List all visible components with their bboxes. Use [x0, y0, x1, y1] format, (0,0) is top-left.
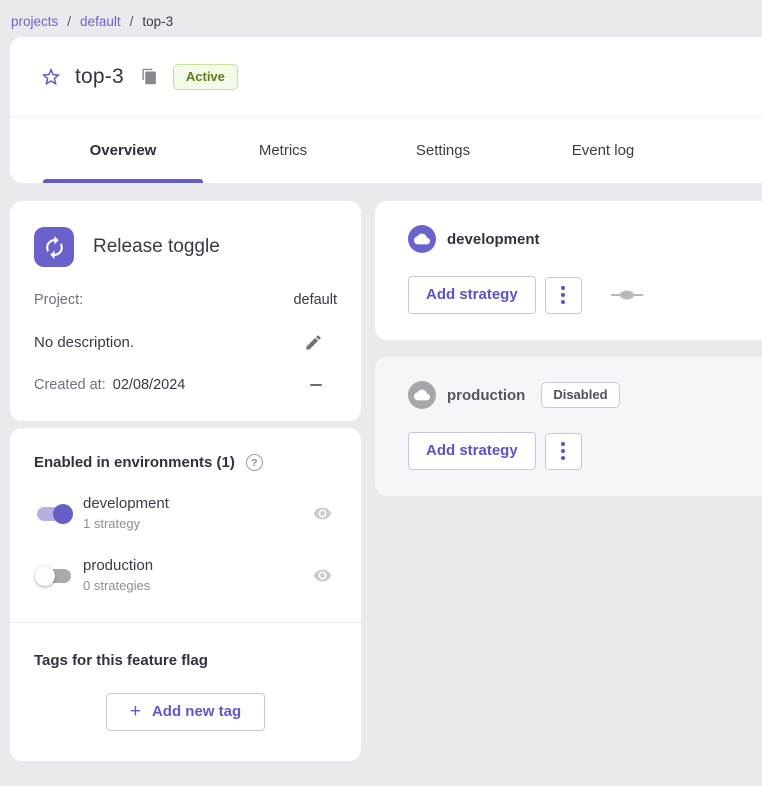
flag-details-card: Release toggle Project: default No descr…	[10, 201, 361, 421]
environment-card-actions: Add strategy	[408, 276, 762, 314]
tab-metrics[interactable]: Metrics	[203, 117, 363, 183]
created-row: Created at: 02/08/2024	[34, 377, 337, 393]
toggle-thumb	[35, 566, 55, 586]
environments-panel-card: Enabled in environments (1) development …	[10, 428, 361, 761]
help-icon[interactable]	[246, 454, 263, 471]
env-strategy-count: 0 strategies	[83, 576, 304, 595]
visibility-eye-icon[interactable]	[313, 566, 332, 585]
environment-card-name: development	[447, 231, 540, 248]
breadcrumb-link-projects[interactable]: projects	[11, 14, 58, 29]
environment-card-name: production	[447, 387, 525, 404]
env-texts: production 0 strategies	[83, 556, 304, 595]
env-texts: development 1 strategy	[83, 494, 304, 533]
env-row-production: production 0 strategies	[34, 556, 337, 595]
active-tab-indicator	[43, 179, 203, 183]
cloud-environment-icon	[408, 225, 436, 253]
created-label: Created at:	[34, 377, 106, 393]
development-environment-card: development Add strategy	[375, 201, 762, 340]
env-name: production	[83, 556, 304, 576]
env-row-development: development 1 strategy	[34, 494, 337, 533]
copy-name-icon[interactable]	[141, 68, 158, 85]
project-row: Project: default	[34, 292, 337, 308]
left-column: Release toggle Project: default No descr…	[10, 201, 361, 761]
section-divider	[10, 622, 361, 623]
created-value: 02/08/2024	[113, 377, 186, 393]
release-toggle-icon	[34, 227, 74, 267]
tags-panel-title: Tags for this feature flag	[34, 652, 337, 669]
feature-header-card: top-3 Active Overview Metrics Settings E…	[10, 37, 762, 183]
page-title: top-3	[75, 65, 124, 89]
tab-event-log[interactable]: Event log	[523, 117, 683, 183]
visibility-eye-icon[interactable]	[313, 504, 332, 523]
disabled-badge: Disabled	[541, 382, 619, 408]
tab-label: Settings	[416, 142, 470, 159]
strategy-connector-icon	[611, 289, 643, 301]
flag-type-row: Release toggle	[34, 227, 337, 267]
cloud-environment-icon	[408, 381, 436, 409]
tab-bar: Overview Metrics Settings Event log	[10, 117, 762, 183]
add-strategy-button[interactable]: Add strategy	[408, 432, 536, 470]
toggle-thumb	[53, 504, 73, 524]
status-badge: Active	[173, 64, 238, 90]
tab-settings[interactable]: Settings	[363, 117, 523, 183]
breadcrumb: projects / default / top-3	[0, 0, 762, 37]
production-toggle[interactable]	[34, 564, 74, 588]
description-row: No description.	[34, 333, 337, 352]
more-actions-kebab-button[interactable]	[545, 433, 582, 470]
more-actions-kebab-button[interactable]	[545, 277, 582, 314]
main-content: Release toggle Project: default No descr…	[10, 201, 762, 761]
plus-icon: +	[130, 704, 141, 719]
breadcrumb-current: top-3	[142, 14, 173, 29]
production-environment-card: production Disabled Add strategy	[375, 357, 762, 496]
add-strategy-button[interactable]: Add strategy	[408, 276, 536, 314]
breadcrumb-link-default[interactable]: default	[80, 14, 121, 29]
environments-panel-title-row: Enabled in environments (1)	[34, 454, 337, 471]
favorite-star-icon[interactable]	[40, 66, 62, 88]
development-toggle[interactable]	[34, 502, 74, 526]
right-column: development Add strategy production Disa…	[375, 201, 762, 496]
breadcrumb-separator: /	[130, 14, 134, 29]
tab-label: Overview	[90, 142, 157, 159]
breadcrumb-separator: /	[67, 14, 71, 29]
add-new-tag-button[interactable]: + Add new tag	[106, 693, 265, 731]
env-name: development	[83, 494, 304, 514]
tab-label: Event log	[572, 142, 635, 159]
flag-type-name: Release toggle	[93, 236, 220, 258]
description-text: No description.	[34, 334, 134, 351]
environment-card-header: production Disabled	[408, 381, 762, 409]
tab-label: Metrics	[259, 142, 307, 159]
tab-overview[interactable]: Overview	[43, 117, 203, 183]
project-value: default	[293, 292, 337, 308]
project-label: Project:	[34, 292, 83, 308]
feature-title-row: top-3 Active	[10, 37, 762, 117]
environments-panel-title: Enabled in environments (1)	[34, 454, 235, 471]
environment-card-header: development	[408, 225, 762, 253]
env-strategy-count: 1 strategy	[83, 514, 304, 533]
add-new-tag-label: Add new tag	[152, 703, 241, 720]
environment-card-actions: Add strategy	[408, 432, 762, 470]
edit-description-icon[interactable]	[304, 333, 323, 352]
collapse-icon[interactable]	[310, 384, 322, 386]
created-group: Created at: 02/08/2024	[34, 377, 185, 393]
